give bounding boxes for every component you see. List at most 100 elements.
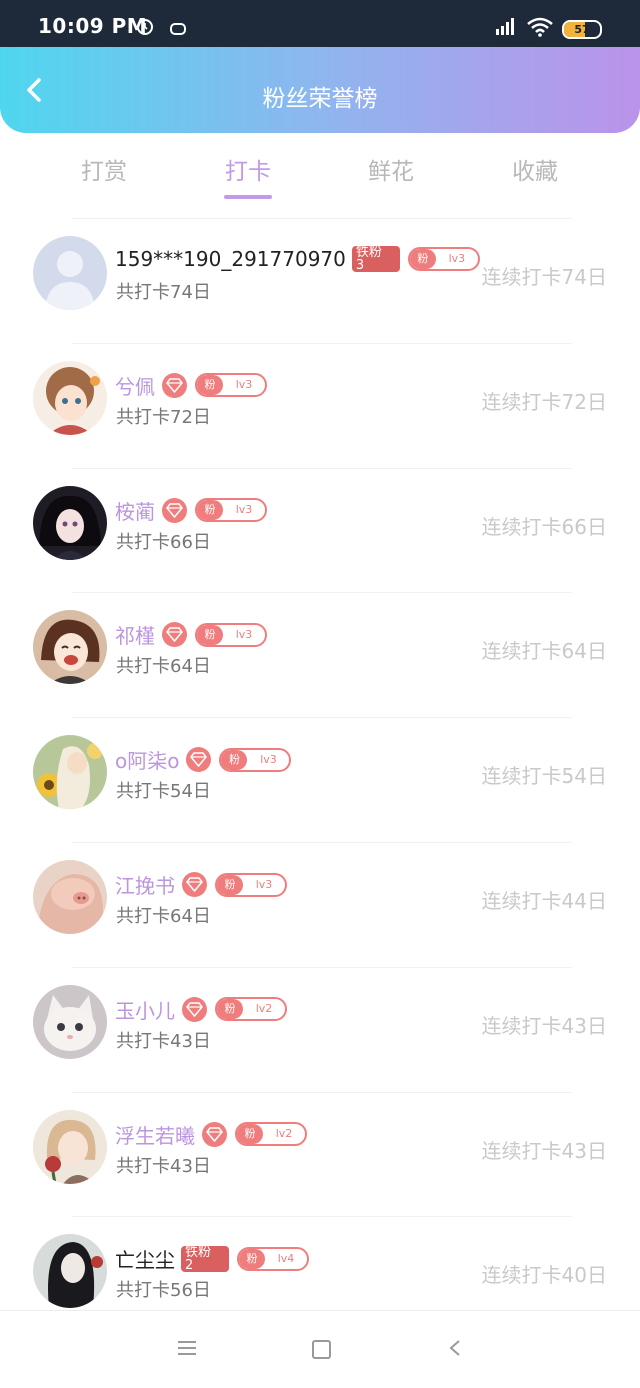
avatar[interactable] [33,1234,107,1309]
avatar[interactable] [33,1109,107,1184]
total-checkin-days: 共打卡66日 [116,531,211,553]
tab-xianhua[interactable]: 鲜花 [351,152,431,186]
tab-label: 收藏 [512,159,558,185]
fan-level-badge: 粉 lv3 [195,622,267,647]
fan-level-badge: 粉 lv2 [235,1122,307,1147]
active-tab-indicator [224,195,272,199]
streak-checkin-days: 连续打卡54日 [481,764,607,789]
fan-name[interactable]: 浮生若曦 [115,1120,195,1149]
name-line: 桉蔺 粉 lv3 [115,496,267,524]
status-bar: 10:09 PM 57 [0,0,640,48]
fan-level-badge: 粉 lv3 [195,373,267,398]
total-checkin-days: 共打卡74日 [116,282,211,303]
fan-name[interactable]: 亡尘尘 [115,1244,175,1273]
name-line: 祁槿 粉 lv3 [115,620,267,648]
system-nav-bar [0,1310,640,1388]
fan-level: lv3 [235,627,253,641]
fan-level-badge: 粉 lv4 [237,1246,309,1271]
home-square-icon[interactable] [312,1340,331,1359]
name-line: o阿柒o 粉 lv3 [115,745,292,774]
avatar[interactable] [33,485,107,560]
fan-badge-label: 粉 [197,375,223,396]
total-checkin-days: 共打卡54日 [116,781,211,803]
tab-label: 打赏 [81,159,127,185]
tab-daka[interactable]: 打卡 [208,152,288,199]
list-item[interactable]: 江挽书 粉 lv3 共打卡64日 连续打卡44日 [0,842,640,967]
row-divider [72,218,572,219]
alarm-icon [137,19,153,35]
signal-icon [496,18,514,35]
battery-icon: 57 [562,20,602,39]
fan-name[interactable]: 桉蔺 [115,496,155,525]
list-item[interactable]: 祁槿 粉 lv3 共打卡64日 连续打卡64日 [0,592,640,717]
streak-checkin-days: 连续打卡44日 [481,889,607,913]
fan-badge-label: 粉 [221,749,248,770]
row-divider [72,342,572,344]
fan-badge-label: 粉 [217,874,243,895]
streak-checkin-days: 连续打卡43日 [481,1013,607,1038]
tab-shoucang[interactable]: 收藏 [495,152,575,186]
total-checkin-days: 共打卡64日 [116,656,211,678]
menu-icon[interactable] [178,1341,196,1355]
fan-name[interactable]: 159***190_291770970 [115,247,346,271]
fan-name[interactable]: o阿柒o [115,745,179,774]
fan-level: lv3 [235,503,253,517]
row-divider [72,717,572,719]
page-header: 粉丝荣誉榜 [0,47,640,133]
total-checkin-days: 共打卡72日 [116,406,211,428]
diamond-icon [162,372,187,398]
diamond-icon [182,872,207,897]
fan-level: lv2 [255,1002,273,1016]
fan-level-badge: 粉 lv3 [219,747,292,772]
diamond-icon [162,497,187,523]
row-divider [72,1091,572,1093]
streak-checkin-days: 连续打卡74日 [481,265,607,289]
total-checkin-days: 共打卡64日 [116,906,211,927]
fan-name[interactable]: 兮佩 [115,371,155,400]
diamond-icon [162,622,187,648]
total-checkin-days: 共打卡43日 [116,1155,211,1177]
name-line: 江挽书 粉 lv3 [115,870,287,898]
avatar[interactable] [33,236,107,310]
battery-level: 57 [574,23,590,36]
list-item[interactable]: 浮生若曦 粉 lv2 共打卡43日 连续打卡43日 [0,1091,640,1217]
fan-name[interactable]: 祁槿 [115,620,155,649]
page-title: 粉丝荣誉榜 [262,86,378,112]
avatar[interactable] [33,984,107,1059]
name-line: 亡尘尘 铁粉 2 粉 lv4 [115,1244,309,1272]
avatar[interactable] [33,610,107,685]
back-triangle-icon[interactable] [448,1339,462,1357]
fan-level: lv3 [255,877,273,891]
row-divider [72,592,572,594]
fan-name[interactable]: 江挽书 [115,870,175,899]
fan-level-badge: 粉 lv3 [407,247,480,271]
tab-label: 打卡 [225,159,271,185]
fan-level-badge: 粉 lv3 [215,872,287,897]
fan-badge-label: 粉 [197,624,223,645]
row-divider [72,467,572,469]
total-checkin-days: 共打卡43日 [116,1030,211,1052]
total-checkin-days: 共打卡56日 [116,1280,211,1302]
list-item[interactable]: 桉蔺 粉 lv3 共打卡66日 连续打卡66日 [0,467,640,593]
wifi-icon [527,17,553,37]
list-item[interactable]: o阿柒o 粉 lv3 共打卡54日 连续打卡54日 [0,717,640,842]
tiefen-badge-label: 铁粉 2 [185,1245,212,1272]
tab-dashang[interactable]: 打赏 [64,152,144,186]
list-item[interactable]: 兮佩 粉 lv3 共打卡72日 连续打卡72日 [0,342,640,468]
status-time: 10:09 PM [38,14,148,38]
name-line: 玉小儿 粉 lv2 [115,995,287,1023]
tiefen-badge: 铁粉 2 [181,1245,229,1272]
streak-checkin-days: 连续打卡72日 [481,389,607,414]
fan-badge-label: 粉 [217,999,243,1020]
avatar[interactable] [33,360,107,435]
streak-checkin-days: 连续打卡43日 [481,1138,607,1163]
tab-bar: 打赏 打卡 鲜花 收藏 [0,140,640,202]
list-item[interactable]: 玉小儿 粉 lv2 共打卡43日 连续打卡43日 [0,966,640,1092]
avatar[interactable] [33,860,107,934]
avatar[interactable] [33,735,107,810]
list-item[interactable]: 159***190_291770970 铁粉 3 粉 lv3 共打卡74日 连续打卡7… [0,218,640,343]
fan-level: lv2 [275,1127,293,1141]
fan-badge-label: 粉 [239,1248,265,1269]
fan-name[interactable]: 玉小儿 [115,995,175,1024]
row-divider [72,966,572,968]
